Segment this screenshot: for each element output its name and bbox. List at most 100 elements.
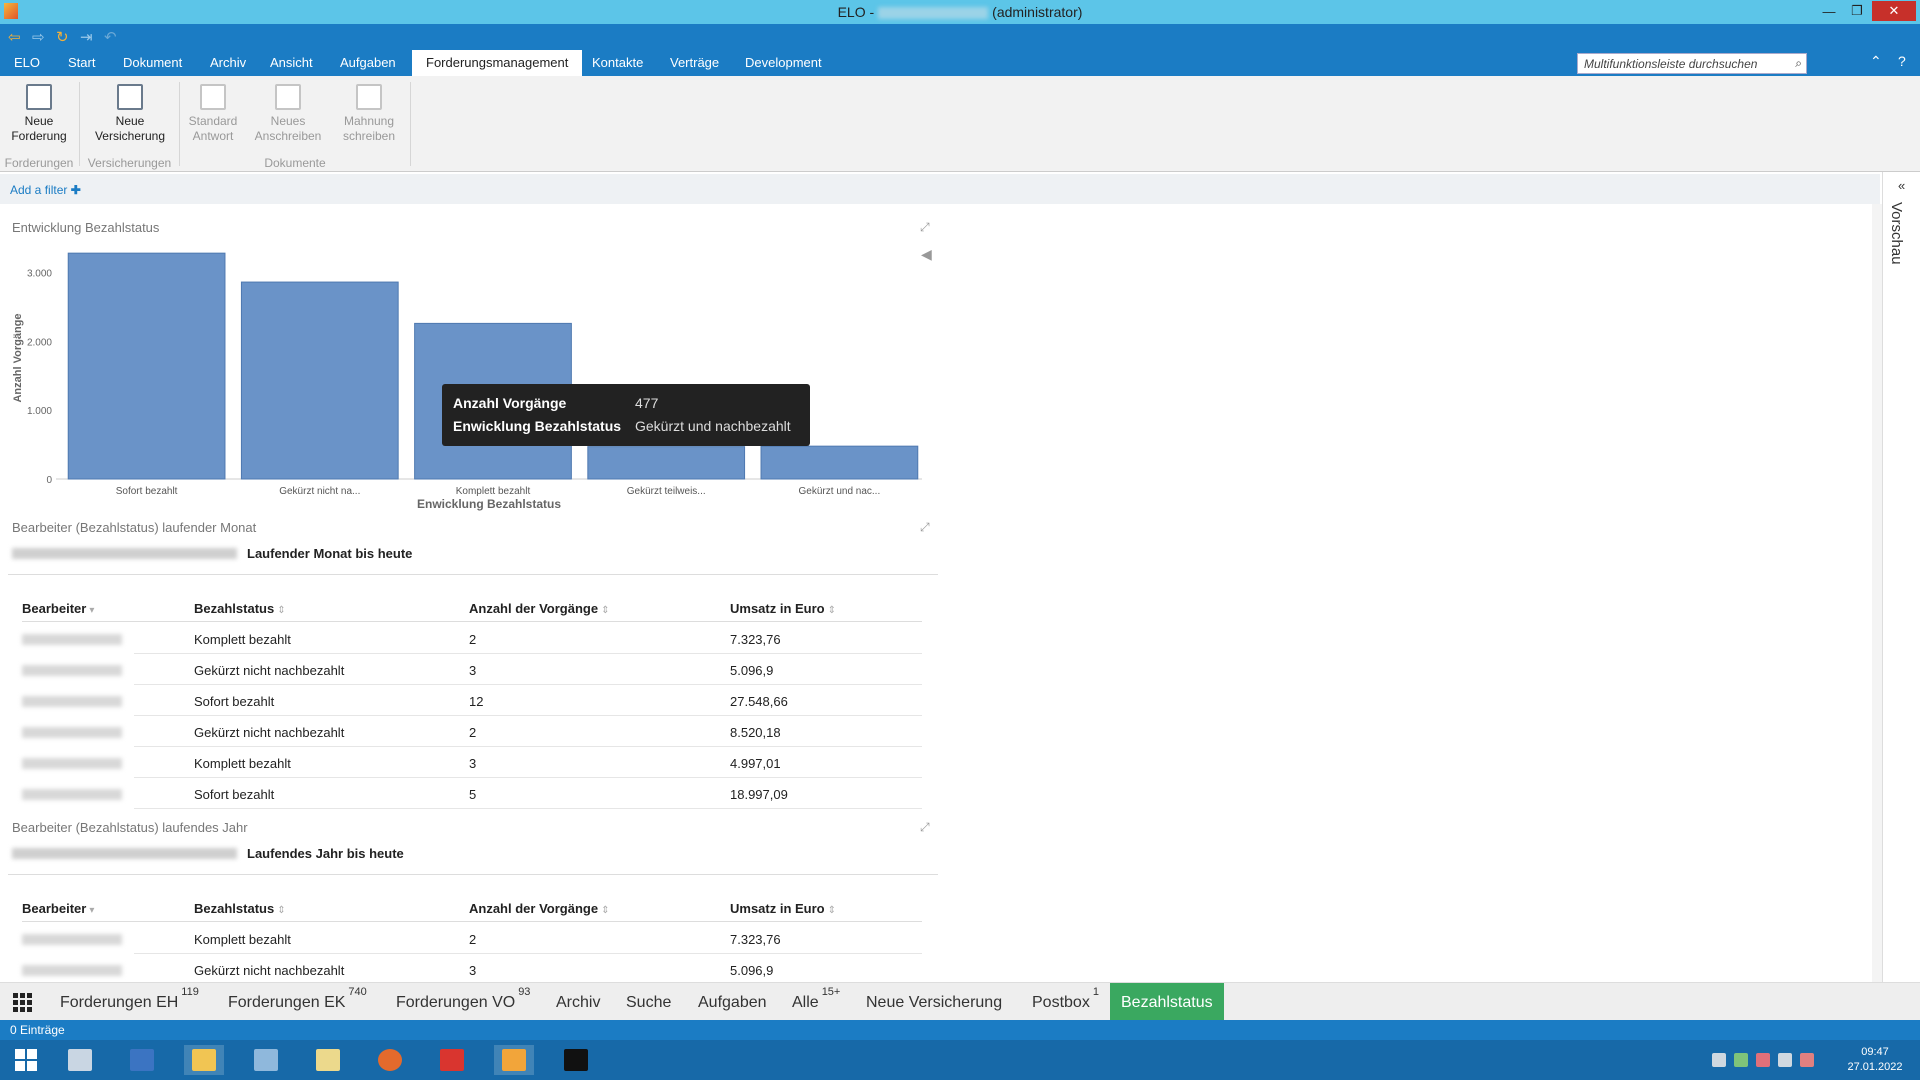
- chart-bar[interactable]: [587, 446, 746, 480]
- sort-icon[interactable]: ⇕: [277, 605, 285, 616]
- tray-network-icon[interactable]: [1712, 1053, 1726, 1067]
- bottom-tab-neue-versicherung[interactable]: Neue Versicherung: [858, 983, 1010, 1021]
- bottom-tab-archiv[interactable]: Archiv: [548, 983, 608, 1021]
- new-insurance-button[interactable]: Neue Versicherung: [90, 84, 170, 144]
- expand-icon[interactable]: ⤢: [920, 520, 930, 535]
- table-row[interactable]: Komplett bezahlt 3 4.997,01: [22, 747, 922, 778]
- table-row[interactable]: Sofort bezahlt 12 27.548,66: [22, 685, 922, 716]
- bottom-tab-alle[interactable]: Alle15+: [784, 983, 848, 1021]
- write-reminder-button[interactable]: Mahnung schreiben: [336, 84, 402, 144]
- add-filter-link[interactable]: Add a filter ✚: [10, 183, 81, 197]
- forward-arrow-icon[interactable]: ⇨: [32, 28, 45, 46]
- tab-forderungsmanagement[interactable]: Forderungsmanagement: [412, 50, 583, 76]
- tab-archiv[interactable]: Archiv: [196, 50, 260, 76]
- close-button[interactable]: ✕: [1872, 1, 1916, 21]
- column-header[interactable]: Anzahl der Vorgänge ⇕: [469, 901, 609, 916]
- minimize-button[interactable]: —: [1816, 1, 1842, 21]
- app-red-icon[interactable]: [432, 1045, 472, 1075]
- table-row[interactable]: Gekürzt nicht nachbezahlt 3 5.096,9: [22, 654, 922, 685]
- tab-aufgaben[interactable]: Aufgaben: [326, 50, 410, 76]
- tray-alert-icon[interactable]: [1756, 1053, 1770, 1067]
- powershell-icon[interactable]: [122, 1045, 162, 1075]
- bottom-tab-forderungen-vo[interactable]: Forderungen VO93: [388, 983, 538, 1021]
- column-header[interactable]: Anzahl der Vorgänge ⇕: [469, 601, 609, 616]
- chart-svg: 0 1.000 2.000 3.000 Anzahl Vorgänge Sofort be…: [12, 252, 922, 511]
- bottom-tab-suche[interactable]: Suche: [618, 983, 679, 1021]
- column-header[interactable]: Umsatz in Euro ⇕: [730, 601, 836, 616]
- preview-panel[interactable]: « Vorschau: [1882, 172, 1920, 982]
- sort-desc-icon[interactable]: ▾: [89, 605, 94, 616]
- tray-sync-icon[interactable]: [1778, 1053, 1792, 1067]
- cell-count: 2: [469, 632, 477, 647]
- collapse-ribbon-icon[interactable]: ⌃: [1870, 53, 1882, 70]
- bottom-tab-forderungen-eh[interactable]: Forderungen EH119: [52, 983, 207, 1021]
- chart-tooltip: Anzahl Vorgänge 477 Enwicklung Bezahlstat…: [442, 384, 810, 446]
- undo-icon[interactable]: ↶: [104, 28, 117, 46]
- y-tick-label: 0: [46, 475, 52, 486]
- table-row[interactable]: Gekürzt nicht nachbezahlt 2 8.520,18: [22, 716, 922, 747]
- sort-desc-icon[interactable]: ▾: [89, 905, 94, 916]
- column-header[interactable]: Bezahlstatus ⇕: [194, 901, 286, 916]
- sort-icon[interactable]: ⇕: [277, 905, 285, 916]
- cell-count: 5: [469, 787, 477, 802]
- refresh-icon[interactable]: ↻: [56, 28, 69, 46]
- bottom-tab-aufgaben[interactable]: Aufgaben: [690, 983, 775, 1021]
- cell-amount: 8.520,18: [730, 725, 781, 740]
- elo-taskbar-icon[interactable]: [494, 1045, 534, 1075]
- table-row[interactable]: Komplett bezahlt 2 7.323,76: [22, 923, 922, 954]
- server-manager-icon[interactable]: [60, 1045, 100, 1075]
- expand-icon[interactable]: ⤢: [920, 820, 930, 835]
- new-letter-button[interactable]: Neues Anschreiben: [250, 84, 326, 144]
- tab-development[interactable]: Development: [731, 50, 836, 76]
- settings-tool-icon[interactable]: [308, 1045, 348, 1075]
- sort-icon[interactable]: ⇕: [828, 905, 836, 916]
- tab-elo[interactable]: ELO: [0, 50, 54, 76]
- restore-button[interactable]: ❐: [1844, 1, 1870, 21]
- tab-ansicht[interactable]: Ansicht: [256, 50, 327, 76]
- year-section-title: Bearbeiter (Bezahlstatus) laufendes Jahr: [12, 820, 248, 835]
- year-subtitle: Laufendes Jahr bis heute: [12, 844, 404, 862]
- cmd-icon[interactable]: [556, 1045, 596, 1075]
- column-header[interactable]: Umsatz in Euro ⇕: [730, 901, 836, 916]
- table-row[interactable]: Komplett bezahlt 2 7.323,76: [22, 623, 922, 654]
- table-row[interactable]: Sofort bezahlt 5 18.997,09: [22, 778, 922, 809]
- ribbon: Neue Forderung Neue Versicherung Standar…: [0, 76, 1920, 172]
- help-icon[interactable]: ?: [1898, 53, 1906, 69]
- chart-bar[interactable]: [240, 281, 399, 480]
- taskbar-clock[interactable]: 09:47 27.01.2022: [1840, 1045, 1910, 1075]
- tab-kontakte[interactable]: Kontakte: [578, 50, 657, 76]
- content-scrollbar[interactable]: [1872, 204, 1882, 982]
- notepad-icon[interactable]: [246, 1045, 286, 1075]
- bottom-tab-bezahlstatus[interactable]: Bezahlstatus: [1110, 983, 1224, 1021]
- tab-count-badge: 1: [1092, 986, 1099, 998]
- standard-answer-button[interactable]: Standard Antwort: [184, 84, 242, 144]
- sort-icon[interactable]: ⇕: [828, 605, 836, 616]
- column-header[interactable]: Bezahlstatus ⇕: [194, 601, 286, 616]
- tab-verträge[interactable]: Verträge: [656, 50, 733, 76]
- windows-start-icon[interactable]: [6, 1045, 46, 1075]
- tab-start[interactable]: Start: [54, 50, 109, 76]
- chart-bar[interactable]: [67, 252, 226, 480]
- blurred-date-range: [12, 847, 237, 859]
- column-header[interactable]: Bearbeiter ▾: [22, 601, 94, 616]
- tab-dokument[interactable]: Dokument: [109, 50, 196, 76]
- chart-bar[interactable]: [760, 445, 919, 480]
- sort-icon[interactable]: ⇕: [601, 905, 609, 916]
- file-explorer-icon[interactable]: [184, 1045, 224, 1075]
- tray-security-icon[interactable]: [1734, 1053, 1748, 1067]
- search-icon[interactable]: ⌕: [1795, 56, 1802, 71]
- firefox-icon[interactable]: [370, 1045, 410, 1075]
- bottom-tab-postbox[interactable]: Postbox1: [1024, 983, 1107, 1021]
- tray-volume-icon[interactable]: [1800, 1053, 1814, 1067]
- apps-grid-icon[interactable]: [13, 993, 33, 1013]
- standard-answer-icon: [200, 84, 226, 110]
- back-arrow-icon[interactable]: ⇦: [8, 28, 21, 46]
- collapse-chevron-icon[interactable]: «: [1898, 178, 1905, 193]
- column-header[interactable]: Bearbeiter ▾: [22, 901, 94, 916]
- bottom-tab-forderungen-ek[interactable]: Forderungen EK740: [220, 983, 375, 1021]
- ribbon-search-input[interactable]: Multifunktionsleiste durchsuchen ⌕: [1577, 53, 1807, 74]
- table-row[interactable]: Gekürzt nicht nachbezahlt 3 5.096,9: [22, 954, 922, 982]
- goto-icon[interactable]: ⇥: [80, 28, 93, 46]
- new-claim-button[interactable]: Neue Forderung: [8, 84, 70, 144]
- sort-icon[interactable]: ⇕: [601, 605, 609, 616]
